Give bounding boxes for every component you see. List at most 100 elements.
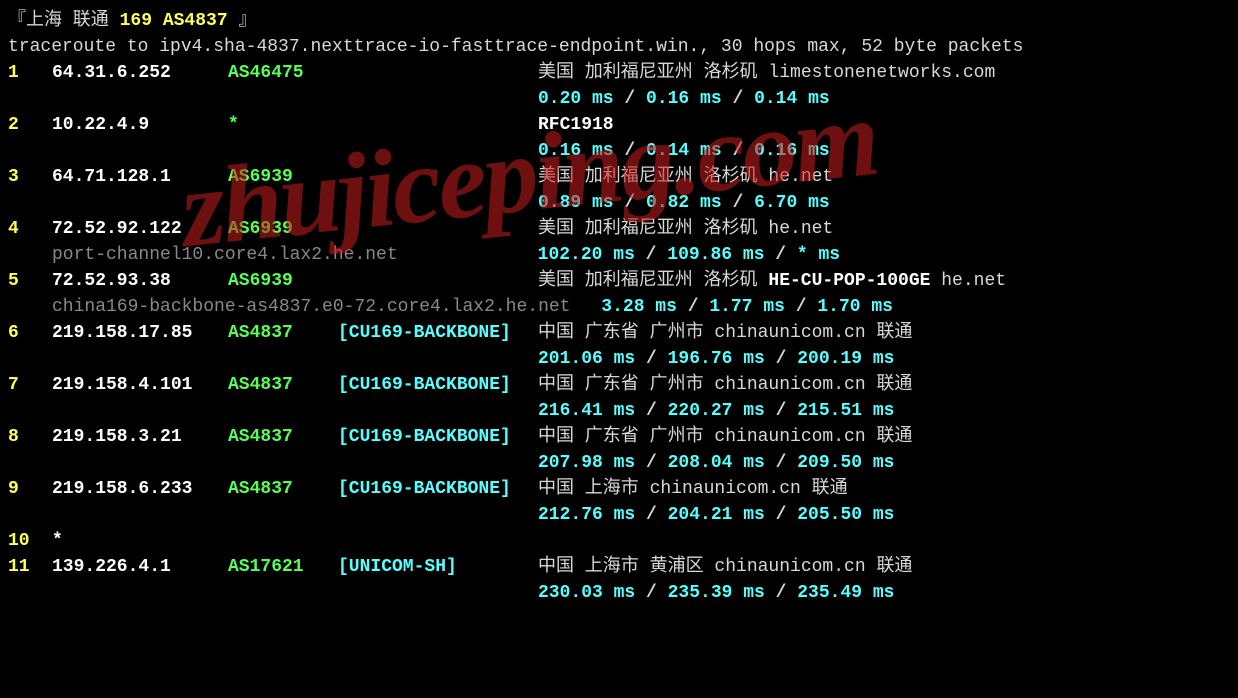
hop-ip: 139.226.4.1 xyxy=(52,554,228,580)
hop-latency: 0.16 ms xyxy=(754,141,830,161)
hop-row: 8219.158.3.21AS4837[CU169-BACKBONE]中国 广东… xyxy=(8,424,1230,450)
hop-row: 10* xyxy=(8,528,1230,554)
hop-ip: 64.71.128.1 xyxy=(52,164,228,190)
latency-separator: / xyxy=(765,349,797,369)
hop-timing: 230.03 ms / 235.39 ms / 235.49 ms xyxy=(538,580,894,606)
header-line: 『上海 联通 169 AS4837 』 xyxy=(8,8,1230,34)
hop-number: 8 xyxy=(8,424,52,450)
hop-rfc: RFC1918 xyxy=(538,115,614,135)
hop-number: 11 xyxy=(8,554,52,580)
hop-timing: 212.76 ms / 204.21 ms / 205.50 ms xyxy=(538,502,894,528)
hop-location: 中国 广东省 广州市 xyxy=(538,375,704,395)
hop-latency: 209.50 ms xyxy=(797,453,894,473)
hop-asn: AS6939 xyxy=(228,164,338,190)
hop-number: 7 xyxy=(8,372,52,398)
hop-hostname: port-channel10.core4.lax2.he.net xyxy=(52,245,398,265)
hop-row: 7219.158.4.101AS4837[CU169-BACKBONE]中国 广… xyxy=(8,372,1230,398)
hop-row: 472.52.92.122AS6939美国 加利福尼亚州 洛杉矶 he.net xyxy=(8,216,1230,242)
hop-number: 3 xyxy=(8,164,52,190)
header-nums: 169 AS4837 xyxy=(120,11,228,31)
hop-timing: 201.06 ms / 196.76 ms / 200.19 ms xyxy=(538,346,894,372)
hop-asn: AS6939 xyxy=(228,268,338,294)
hop-latency: 102.20 ms xyxy=(538,245,635,265)
hop-link: chinaunicom.cn 联通 xyxy=(650,479,848,499)
hop-row: 210.22.4.9*RFC1918 xyxy=(8,112,1230,138)
hop-backbone-label: [CU169-BACKBONE] xyxy=(338,320,538,346)
hop-latency: 6.70 ms xyxy=(754,193,830,213)
hop-timing: 0.16 ms / 0.14 ms / 0.16 ms xyxy=(538,138,830,164)
hop-backbone-label: [CU169-BACKBONE] xyxy=(338,424,538,450)
latency-separator: / xyxy=(722,141,754,161)
hop-row: 11139.226.4.1AS17621[UNICOM-SH]中国 上海市 黄浦… xyxy=(8,554,1230,580)
latency-separator: / xyxy=(765,453,797,473)
hop-latency: 0.20 ms xyxy=(538,89,614,109)
hop-latency: 235.39 ms xyxy=(668,583,765,603)
latency-separator: / xyxy=(635,401,667,421)
hop-timing: 207.98 ms / 208.04 ms / 209.50 ms xyxy=(538,450,894,476)
latency-separator: / xyxy=(765,583,797,603)
hop-asn: AS4837 xyxy=(228,320,338,346)
hop-link: he.net xyxy=(758,167,834,187)
hop-tag: HE-CU-POP-100GE xyxy=(768,271,930,291)
hop-timing-row: 216.41 ms / 220.27 ms / 215.51 ms xyxy=(8,398,1230,424)
hop-asn: AS46475 xyxy=(228,60,338,86)
hop-asn: * xyxy=(228,112,338,138)
hop-latency: 0.89 ms xyxy=(538,193,614,213)
hop-location: 美国 加利福尼亚州 洛杉矶 xyxy=(538,271,768,291)
latency-separator: / xyxy=(722,89,754,109)
hop-backbone-label: [CU169-BACKBONE] xyxy=(338,372,538,398)
hop-timing-row: 0.89 ms / 0.82 ms / 6.70 ms xyxy=(8,190,1230,216)
latency-separator: / xyxy=(722,193,754,213)
bracket-open: 『 xyxy=(8,11,26,31)
hop-latency: 1.70 ms xyxy=(817,297,893,317)
hop-ip: 10.22.4.9 xyxy=(52,112,228,138)
hop-latency: 3.28 ms xyxy=(601,297,677,317)
latency-separator: / xyxy=(635,583,667,603)
hop-link: chinaunicom.cn 联通 xyxy=(704,557,913,577)
hop-timing-row: 207.98 ms / 208.04 ms / 209.50 ms xyxy=(8,450,1230,476)
hop-asn: AS4837 xyxy=(228,424,338,450)
hop-number: 9 xyxy=(8,476,52,502)
bracket-close: 』 xyxy=(228,11,257,31)
hop-latency: 207.98 ms xyxy=(538,453,635,473)
hop-location: 美国 加利福尼亚州 洛杉矶 xyxy=(538,167,758,187)
hop-latency: * ms xyxy=(797,245,840,265)
hop-ip: 219.158.4.101 xyxy=(52,372,228,398)
latency-separator: / xyxy=(785,297,817,317)
hop-latency: 208.04 ms xyxy=(668,453,765,473)
hop-asn: AS6939 xyxy=(228,216,338,242)
hops-container: 164.31.6.252AS46475美国 加利福尼亚州 洛杉矶 limesto… xyxy=(8,60,1230,606)
hop-hostname: china169-backbone-as4837.e0-72.core4.lax… xyxy=(52,297,570,317)
hop-latency: 1.77 ms xyxy=(709,297,785,317)
hop-latency: 204.21 ms xyxy=(668,505,765,525)
hop-timing: 0.89 ms / 0.82 ms / 6.70 ms xyxy=(538,190,830,216)
hop-link: he.net xyxy=(930,271,1006,291)
hop-link: chinaunicom.cn 联通 xyxy=(704,323,913,343)
hop-timing-row: 201.06 ms / 196.76 ms / 200.19 ms xyxy=(8,346,1230,372)
hop-row: 6219.158.17.85AS4837[CU169-BACKBONE]中国 广… xyxy=(8,320,1230,346)
hop-ip: * xyxy=(52,528,228,554)
hop-ip: 72.52.93.38 xyxy=(52,268,228,294)
hop-latency: 215.51 ms xyxy=(797,401,894,421)
hop-location: 中国 广东省 广州市 xyxy=(538,323,704,343)
hop-latency: 201.06 ms xyxy=(538,349,635,369)
hop-latency: 216.41 ms xyxy=(538,401,635,421)
hop-timing: 216.41 ms / 220.27 ms / 215.51 ms xyxy=(538,398,894,424)
latency-separator: / xyxy=(614,193,646,213)
hop-hostname-row: port-channel10.core4.lax2.he.net 102.20 m… xyxy=(8,242,1230,268)
hop-backbone-label: [UNICOM-SH] xyxy=(338,554,538,580)
traceroute-command: traceroute to ipv4.sha-4837.nexttrace-io… xyxy=(8,34,1230,60)
hop-row: 164.31.6.252AS46475美国 加利福尼亚州 洛杉矶 limesto… xyxy=(8,60,1230,86)
hop-asn: AS4837 xyxy=(228,372,338,398)
hop-hostname-row: china169-backbone-as4837.e0-72.core4.lax… xyxy=(8,294,1230,320)
latency-separator: / xyxy=(614,89,646,109)
hop-latency: 220.27 ms xyxy=(668,401,765,421)
hop-link: limestonenetworks.com xyxy=(758,63,996,83)
hop-asn: AS4837 xyxy=(228,476,338,502)
hop-row: 9219.158.6.233AS4837[CU169-BACKBONE]中国 上… xyxy=(8,476,1230,502)
hop-link: he.net xyxy=(758,219,834,239)
hop-latency: 0.16 ms xyxy=(538,141,614,161)
latency-separator: / xyxy=(765,245,797,265)
hop-location: 美国 加利福尼亚州 洛杉矶 xyxy=(538,219,758,239)
latency-separator: / xyxy=(635,349,667,369)
